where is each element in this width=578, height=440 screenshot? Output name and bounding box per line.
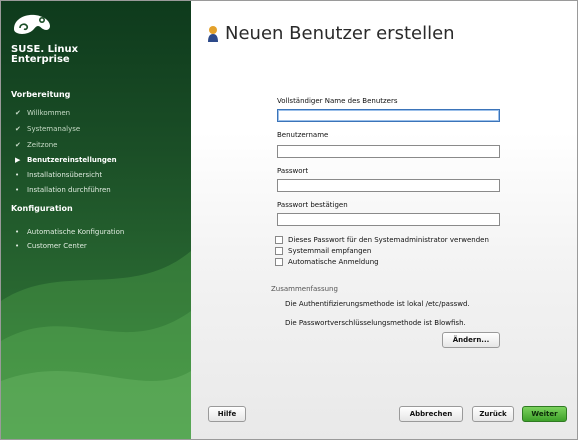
auto-login-label: Automatische Anmeldung <box>288 258 379 266</box>
back-button[interactable]: Zurück <box>472 406 514 422</box>
auto-login-checkbox[interactable] <box>275 258 283 266</box>
bullet-icon: • <box>15 171 20 179</box>
section-title-preparation: Vorbereitung <box>11 90 71 99</box>
fullname-input[interactable] <box>277 109 500 122</box>
arrow-right-icon: ▶ <box>15 156 21 164</box>
step-customer-center: • Customer Center <box>15 242 87 250</box>
suse-logo <box>11 11 53 43</box>
system-mail-checkbox[interactable] <box>275 247 283 255</box>
checkmark-icon: ✔ <box>15 109 21 117</box>
summary-encryption-method: Die Passwortverschlüsselungsmethode ist … <box>285 319 466 327</box>
username-input[interactable] <box>277 145 500 158</box>
bullet-icon: • <box>15 242 20 250</box>
step-label: Benutzereinstellungen <box>27 156 117 164</box>
bullet-icon: • <box>15 186 20 194</box>
help-button[interactable]: Hilfe <box>208 406 246 422</box>
checkmark-icon: ✔ <box>15 125 21 133</box>
step-system-analysis: ✔ Systemanalyse <box>15 125 80 133</box>
step-label: Customer Center <box>27 242 87 250</box>
password-input[interactable] <box>277 179 500 192</box>
cancel-button[interactable]: Abbrechen <box>399 406 463 422</box>
system-mail-option[interactable]: Systemmail empfangen <box>275 247 371 255</box>
confirm-password-input[interactable] <box>277 213 500 226</box>
user-icon <box>208 25 218 42</box>
step-perform-installation: • Installation durchführen <box>15 186 111 194</box>
change-button[interactable]: Ändern... <box>442 332 500 348</box>
summary-auth-method: Die Authentifizierungsmethode ist lokal … <box>285 300 470 308</box>
fullname-label: Vollständiger Name des Benutzers <box>277 97 398 105</box>
brand-text: SUSE. Linux Enterprise <box>11 45 78 65</box>
step-label: Zeitzone <box>27 141 58 149</box>
step-label: Automatische Konfiguration <box>27 228 125 236</box>
admin-password-label: Dieses Passwort für den Systemadministra… <box>288 236 489 244</box>
system-mail-label: Systemmail empfangen <box>288 247 372 255</box>
confirm-password-label: Passwort bestätigen <box>277 201 348 209</box>
step-label: Willkommen <box>27 109 71 117</box>
bullet-icon: • <box>15 228 20 236</box>
step-label: Installationsübersicht <box>27 171 103 179</box>
chameleon-icon <box>14 14 50 34</box>
checkmark-icon: ✔ <box>15 141 21 149</box>
sidebar: SUSE. Linux Enterprise Vorbereitung ✔ Wil… <box>1 1 191 439</box>
title-row: Neuen Benutzer erstellen <box>207 23 455 44</box>
section-title-configuration: Konfiguration <box>11 204 73 213</box>
installer-window: SUSE. Linux Enterprise Vorbereitung ✔ Wil… <box>0 0 578 440</box>
step-user-settings: ▶ Benutzereinstellungen <box>15 156 117 164</box>
step-timezone: ✔ Zeitzone <box>15 141 58 149</box>
password-label: Passwort <box>277 167 309 175</box>
step-auto-configuration: • Automatische Konfiguration <box>15 228 124 236</box>
main-panel: Neuen Benutzer erstellen Vollständiger N… <box>191 1 577 439</box>
step-label: Systemanalyse <box>27 125 81 133</box>
sidebar-swoosh-graphic <box>1 251 191 439</box>
step-label: Installation durchführen <box>27 186 111 194</box>
brand-line2: Enterprise <box>11 54 70 65</box>
step-welcome: ✔ Willkommen <box>15 109 70 117</box>
admin-password-option[interactable]: Dieses Passwort für den Systemadministra… <box>275 236 489 244</box>
auto-login-option[interactable]: Automatische Anmeldung <box>275 258 379 266</box>
step-installation-overview: • Installationsübersicht <box>15 171 102 179</box>
next-button[interactable]: Weiter <box>522 406 567 422</box>
summary-title: Zusammenfassung <box>271 285 338 293</box>
admin-password-checkbox[interactable] <box>275 236 283 244</box>
username-label: Benutzername <box>277 131 329 139</box>
page-title: Neuen Benutzer erstellen <box>225 23 455 44</box>
